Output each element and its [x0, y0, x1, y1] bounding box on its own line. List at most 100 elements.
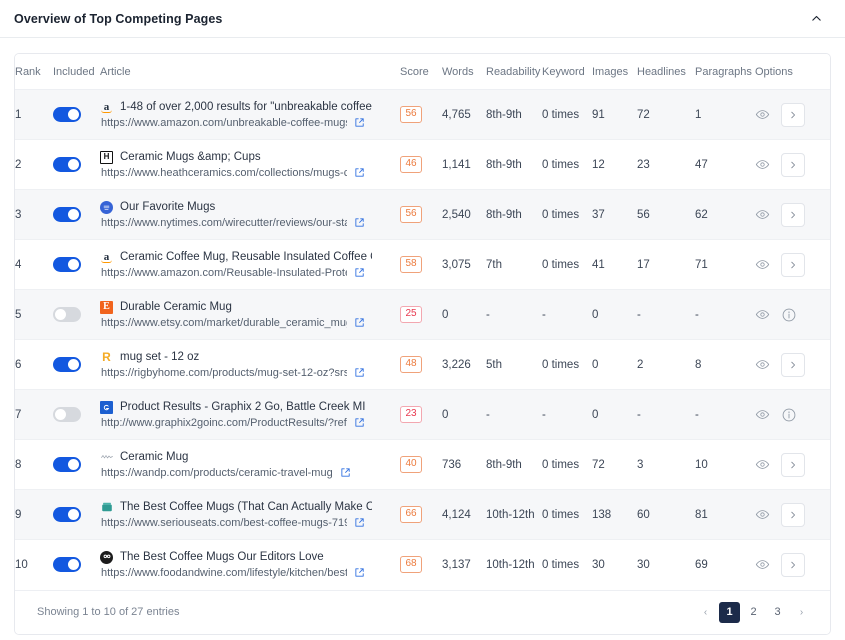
cell-readability: 8th-9th — [486, 208, 522, 221]
preview-eye-icon[interactable] — [755, 407, 770, 422]
article-url[interactable]: https://rigbyhome.com/products/mug-set-1… — [101, 367, 347, 379]
seriouseats-favicon — [100, 501, 113, 514]
preview-eye-icon[interactable] — [755, 257, 770, 272]
article-url[interactable]: https://www.etsy.com/market/durable_cera… — [101, 317, 347, 329]
article-title[interactable]: 1-48 of over 2,000 results for "unbreaka… — [120, 101, 372, 113]
score-badge: 68 — [400, 556, 422, 574]
article-url[interactable]: https://www.nytimes.com/wirecutter/revie… — [101, 217, 347, 229]
article-title[interactable]: Ceramic Mugs &amp; Cups — [120, 151, 261, 163]
preview-eye-icon[interactable] — [755, 107, 770, 122]
article-url[interactable]: https://www.amazon.com/unbreakable-coffe… — [101, 117, 347, 129]
pagination-page-2[interactable]: 2 — [743, 602, 764, 623]
chevron-right-icon — [791, 561, 795, 568]
toggle-knob — [68, 159, 79, 170]
cell-options — [755, 440, 830, 490]
include-toggle[interactable] — [53, 307, 81, 322]
include-toggle[interactable] — [53, 107, 81, 122]
row-details-button[interactable] — [781, 252, 805, 277]
preview-eye-icon[interactable] — [755, 157, 770, 172]
article-title[interactable]: The Best Coffee Mugs Our Editors Love — [120, 551, 324, 563]
row-details-button[interactable] — [781, 202, 805, 227]
open-external-link-icon[interactable] — [354, 517, 365, 528]
article-title[interactable]: The Best Coffee Mugs (That Can Actually … — [120, 501, 372, 513]
cell-article: Rmug set - 12 oz https://rigbyhome.com/pr… — [100, 340, 400, 390]
cell-score: 68 — [400, 540, 442, 590]
include-toggle[interactable] — [53, 407, 81, 422]
cell-article: The Best Coffee Mugs Our Editors Love htt… — [100, 540, 400, 590]
chevron-right-icon — [791, 111, 795, 118]
column-header-images: Images — [592, 54, 637, 90]
column-header-rank: Rank — [15, 54, 53, 90]
article-title[interactable]: Ceramic Mug — [120, 451, 188, 463]
include-toggle[interactable] — [53, 257, 81, 272]
open-external-link-icon[interactable] — [354, 117, 365, 128]
chevron-right-icon — [791, 211, 795, 218]
include-toggle[interactable] — [53, 207, 81, 222]
article-title[interactable]: Ceramic Coffee Mug, Reusable Insulated C… — [120, 251, 372, 263]
article-title[interactable]: Durable Ceramic Mug — [120, 301, 232, 313]
pagination-next[interactable]: › — [791, 602, 812, 623]
score-badge: 58 — [400, 256, 422, 273]
column-header-score: Score — [400, 54, 442, 90]
cell-readability: 8th-9th — [486, 108, 522, 121]
include-toggle[interactable] — [53, 457, 81, 472]
article-title[interactable]: Our Favorite Mugs — [120, 201, 215, 213]
open-external-link-icon[interactable] — [354, 267, 365, 278]
row-details-button[interactable] — [781, 102, 805, 127]
article-url[interactable]: http://www.graphix2goinc.com/ProductResu… — [101, 417, 347, 429]
row-details-button[interactable] — [781, 502, 805, 527]
collapse-panel-button[interactable] — [805, 8, 827, 30]
cell-included — [53, 490, 100, 540]
include-toggle[interactable] — [53, 557, 81, 573]
pagination-prev[interactable]: ‹ — [695, 602, 716, 623]
pagination-page-1[interactable]: 1 — [719, 601, 740, 623]
open-external-link-icon[interactable] — [354, 317, 365, 328]
row-details-button[interactable] — [781, 152, 805, 177]
cell-keyword: - — [542, 308, 546, 321]
preview-eye-icon[interactable] — [755, 507, 770, 522]
table-row: 8 Ceramic Mug https://wandp.com/products/c… — [15, 440, 830, 490]
article-url[interactable]: https://www.seriouseats.com/best-coffee-… — [101, 517, 347, 529]
cell-keyword: 0 times — [542, 108, 580, 121]
preview-eye-icon[interactable] — [755, 557, 770, 572]
pagination-page-3[interactable]: 3 — [767, 602, 788, 623]
toggle-knob — [55, 309, 66, 320]
cell-rank: 9 — [15, 508, 22, 521]
row-details-button[interactable] — [781, 352, 805, 377]
preview-eye-icon[interactable] — [755, 457, 770, 472]
cell-readability: 7th — [486, 258, 502, 271]
include-toggle[interactable] — [53, 157, 81, 172]
open-external-link-icon[interactable] — [354, 167, 365, 178]
toggle-knob — [68, 259, 79, 270]
row-info-button[interactable] — [781, 407, 797, 423]
chevron-up-icon — [811, 15, 821, 21]
cell-included — [53, 190, 100, 240]
open-external-link-icon[interactable] — [354, 417, 365, 428]
article-url[interactable]: https://www.heathceramics.com/collection… — [101, 167, 347, 179]
open-external-link-icon[interactable] — [354, 567, 365, 578]
chevron-right-icon — [791, 161, 795, 168]
column-header-paragraphs: Paragraphs — [695, 54, 755, 90]
article-title[interactable]: Product Results - Graphix 2 Go, Battle C… — [120, 401, 365, 413]
include-toggle[interactable] — [53, 507, 81, 522]
row-info-button[interactable] — [781, 307, 797, 323]
open-external-link-icon[interactable] — [354, 217, 365, 228]
cell-paragraphs: 81 — [695, 508, 708, 521]
toggle-knob — [68, 209, 79, 220]
open-external-link-icon[interactable] — [354, 367, 365, 378]
row-details-button[interactable] — [781, 552, 805, 577]
cell-keyword: - — [542, 408, 546, 421]
preview-eye-icon[interactable] — [755, 307, 770, 322]
open-external-link-icon[interactable] — [340, 467, 351, 478]
cell-article: a Ceramic Coffee Mug, Reusable Insulated … — [100, 240, 400, 290]
article-title[interactable]: mug set - 12 oz — [120, 351, 199, 363]
cell-paragraphs: 8 — [695, 358, 702, 371]
row-details-button[interactable] — [781, 452, 805, 477]
article-url[interactable]: https://www.foodandwine.com/lifestyle/ki… — [101, 567, 347, 579]
article-url[interactable]: https://www.amazon.com/Reusable-Insulate… — [101, 267, 347, 279]
preview-eye-icon[interactable] — [755, 207, 770, 222]
preview-eye-icon[interactable] — [755, 357, 770, 372]
table-row: 1 a 1-48 of over 2,000 results for "unbrea… — [15, 89, 830, 140]
article-url[interactable]: https://wandp.com/products/ceramic-trave… — [101, 467, 333, 479]
include-toggle[interactable] — [53, 357, 81, 372]
